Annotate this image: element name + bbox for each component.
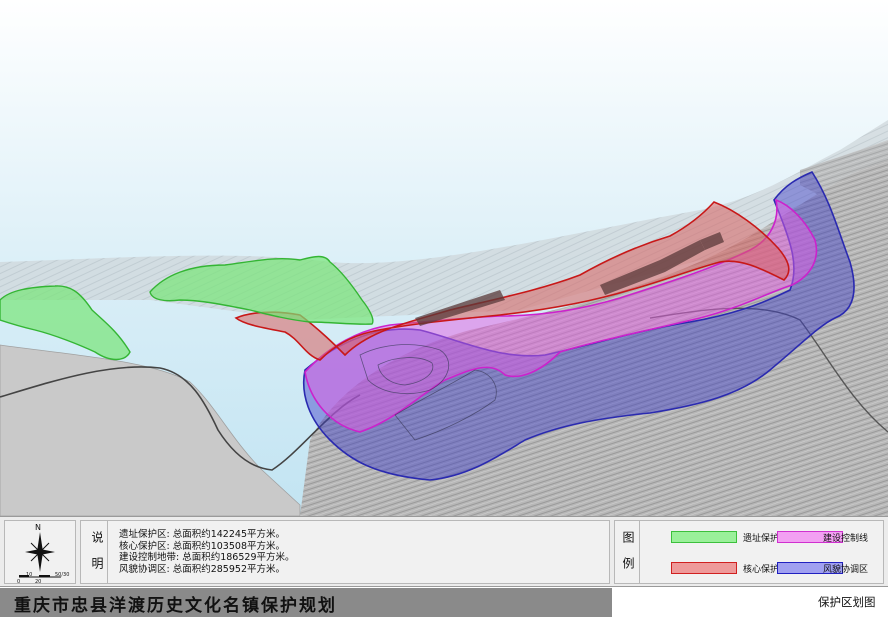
scale-tick: 20: [35, 579, 42, 585]
map-title: 重庆市忠县洋渡历史文化名镇保护规划: [14, 596, 337, 616]
title-bar: 重庆市忠县洋渡历史文化名镇保护规划: [0, 588, 612, 617]
map-subtitle: 保护区划图: [818, 595, 876, 609]
map-canvas: [0, 0, 888, 517]
legend-label-landscape: 风貌协调区: [823, 565, 869, 575]
stat-control-zone: 建设控制地带: 总面积约186529平方米。: [119, 552, 295, 563]
legend-label-control: 建设控制线: [823, 534, 869, 544]
description-heading: 说明: [90, 531, 104, 583]
planning-map: [0, 0, 888, 517]
legend-swatch-relic: [671, 531, 737, 543]
description-box: 说明 遗址保护区: 总面积约142245平方米。 核心保护区: 总面积约1035…: [80, 520, 610, 584]
area-statistics: 遗址保护区: 总面积约142245平方米。 核心保护区: 总面积约103508平…: [119, 529, 295, 575]
stat-relic-zone: 遗址保护区: 总面积约142245平方米。: [119, 529, 285, 540]
legend-heading: 图例: [621, 531, 635, 583]
stat-core-zone: 核心保护区: 总面积约103508平方米。: [119, 540, 285, 552]
legend-swatch-core: [671, 562, 737, 574]
scale-tick: 0: [17, 579, 21, 585]
compass-box: N 0 10 20 50/30: [4, 520, 76, 585]
legend-box: 图例 遗址保护区 建设控制线 核心保护区 风貌协调区: [614, 520, 884, 584]
info-panel: N 0 10 20 50/30 说明 遗址保护区: 总面积约142245平方米。…: [0, 516, 888, 587]
scale-tick: 10: [26, 572, 33, 578]
scale-tick: 50/30: [55, 572, 70, 578]
stat-landscape-zone: 风貌协调区: 总面积约285952平方米。: [119, 563, 285, 575]
